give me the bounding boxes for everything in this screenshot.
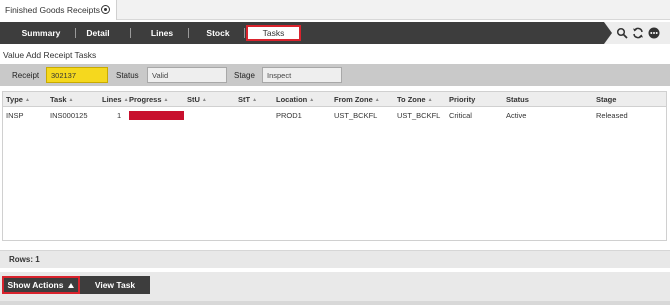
toolbar-tools xyxy=(604,22,670,44)
sort-icon: ▲ xyxy=(374,96,380,103)
status-label: Status xyxy=(116,70,139,80)
nav-separator xyxy=(244,28,245,38)
close-tab-icon[interactable] xyxy=(101,5,110,14)
tab-lines[interactable]: Lines xyxy=(140,22,184,44)
column-header-label: Lines xyxy=(102,95,122,104)
column-header-label: Location xyxy=(276,95,308,104)
column-header-label: StT xyxy=(238,95,251,104)
main-nav-bar: Summary Detail Lines Stock Tasks xyxy=(0,22,670,44)
receipt-value: 302137 xyxy=(51,70,77,80)
sort-icon: ▲ xyxy=(123,96,129,103)
sort-icon: ▲ xyxy=(252,96,258,103)
nav-separator xyxy=(75,28,76,38)
column-header-status[interactable]: Status xyxy=(506,92,529,107)
cell-status: Active xyxy=(506,110,527,120)
more-icon[interactable] xyxy=(648,27,660,39)
column-header-stage[interactable]: Stage xyxy=(596,92,616,107)
column-header-label: Progress xyxy=(129,95,162,104)
rows-count-bar: Rows: 1 xyxy=(0,250,670,268)
nav-separator xyxy=(130,28,131,38)
sort-icon: ▲ xyxy=(163,96,169,103)
column-header-type[interactable]: Type ▲ xyxy=(6,92,30,107)
refresh-icon[interactable] xyxy=(632,27,644,39)
toolbar-notch xyxy=(604,22,612,44)
sort-icon: ▲ xyxy=(68,96,74,103)
column-header-label: Priority xyxy=(449,95,476,104)
tab-lines-label: Lines xyxy=(150,28,174,38)
document-tab[interactable]: Finished Goods Receipts xyxy=(0,0,117,20)
tab-summary[interactable]: Summary xyxy=(10,22,72,44)
tab-summary-label: Summary xyxy=(21,28,61,38)
cell-from-zone: UST_BCKFL xyxy=(334,110,378,120)
task-progress-bar xyxy=(129,111,184,120)
column-header-stu[interactable]: StU ▲ xyxy=(187,92,207,107)
sort-icon: ▲ xyxy=(309,96,315,103)
column-header-to-zone[interactable]: To Zone ▲ xyxy=(397,92,433,107)
receipt-field[interactable]: 302137 xyxy=(46,67,108,83)
bottom-scrollbar[interactable] xyxy=(0,301,670,305)
column-header-priority[interactable]: Priority xyxy=(449,92,475,107)
receipt-label: Receipt xyxy=(12,70,40,80)
document-tab-title: Finished Goods Receipts xyxy=(5,5,100,15)
cell-location: PROD1 xyxy=(276,110,302,120)
sort-icon: ▲ xyxy=(427,96,433,103)
column-header-lines[interactable]: Lines ▲ xyxy=(102,92,129,107)
cell-to-zone: UST_BCKFL xyxy=(397,110,441,120)
status-value: Valid xyxy=(152,70,169,80)
tab-detail-label: Detail xyxy=(86,28,110,38)
column-header-progress[interactable]: Progress ▲ xyxy=(129,92,168,107)
column-header-label: Status xyxy=(506,95,529,104)
caret-up-icon xyxy=(68,282,75,288)
search-icon[interactable] xyxy=(616,27,628,39)
stage-label: Stage xyxy=(234,70,255,80)
show-actions-label: Show Actions xyxy=(7,280,64,290)
tasks-grid: Type ▲ Task ▲ Lines ▲ Progress ▲ StU ▲ StT ▲ L… xyxy=(2,91,667,241)
sort-icon: ▲ xyxy=(24,96,30,103)
tab-tasks-label: Tasks xyxy=(262,28,285,38)
view-task-button[interactable]: View Task xyxy=(80,276,150,294)
show-actions-button[interactable]: Show Actions xyxy=(2,276,80,294)
rows-count: Rows: 1 xyxy=(9,255,40,264)
column-header-location[interactable]: Location ▲ xyxy=(276,92,314,107)
nav-separator xyxy=(188,28,189,38)
status-field[interactable]: Valid xyxy=(147,67,227,83)
column-header-label: StU xyxy=(187,95,200,104)
column-header-task[interactable]: Task ▲ xyxy=(50,92,74,107)
tab-tasks[interactable]: Tasks xyxy=(246,25,301,41)
grid-header: Type ▲ Task ▲ Lines ▲ Progress ▲ StU ▲ StT ▲ L… xyxy=(3,92,666,107)
stage-field[interactable]: Inspect xyxy=(262,67,342,83)
column-header-stt[interactable]: StT ▲ xyxy=(238,92,257,107)
tab-detail[interactable]: Detail xyxy=(80,22,116,44)
cell-type: INSP xyxy=(6,110,24,120)
actions-bar: Show Actions View Task xyxy=(0,272,670,305)
document-tab-bar: Finished Goods Receipts xyxy=(0,0,670,20)
column-header-label: Task xyxy=(50,95,67,104)
cell-task: INS000125 xyxy=(50,110,88,120)
tab-stock[interactable]: Stock xyxy=(196,22,240,44)
stage-value: Inspect xyxy=(267,70,292,80)
section-title: Value Add Receipt Tasks xyxy=(3,50,97,60)
view-task-label: View Task xyxy=(94,280,136,290)
column-header-from-zone[interactable]: From Zone ▲ xyxy=(334,92,380,107)
cell-stage: Released xyxy=(596,110,628,120)
filter-bar: Receipt 302137 Status Valid Stage Inspec… xyxy=(0,64,670,86)
tab-stock-label: Stock xyxy=(206,28,230,38)
task-progress-fill xyxy=(129,111,184,120)
table-row[interactable]: INSP INS000125 1 PROD1 UST_BCKFL UST_BCK… xyxy=(3,108,666,122)
column-header-label: Stage xyxy=(596,95,617,104)
column-header-label: To Zone xyxy=(397,95,426,104)
sort-icon: ▲ xyxy=(201,96,207,103)
column-header-label: From Zone xyxy=(334,95,373,104)
cell-lines: 1 xyxy=(117,110,122,120)
cell-priority: Critical xyxy=(449,110,472,120)
column-header-label: Type xyxy=(6,95,23,104)
